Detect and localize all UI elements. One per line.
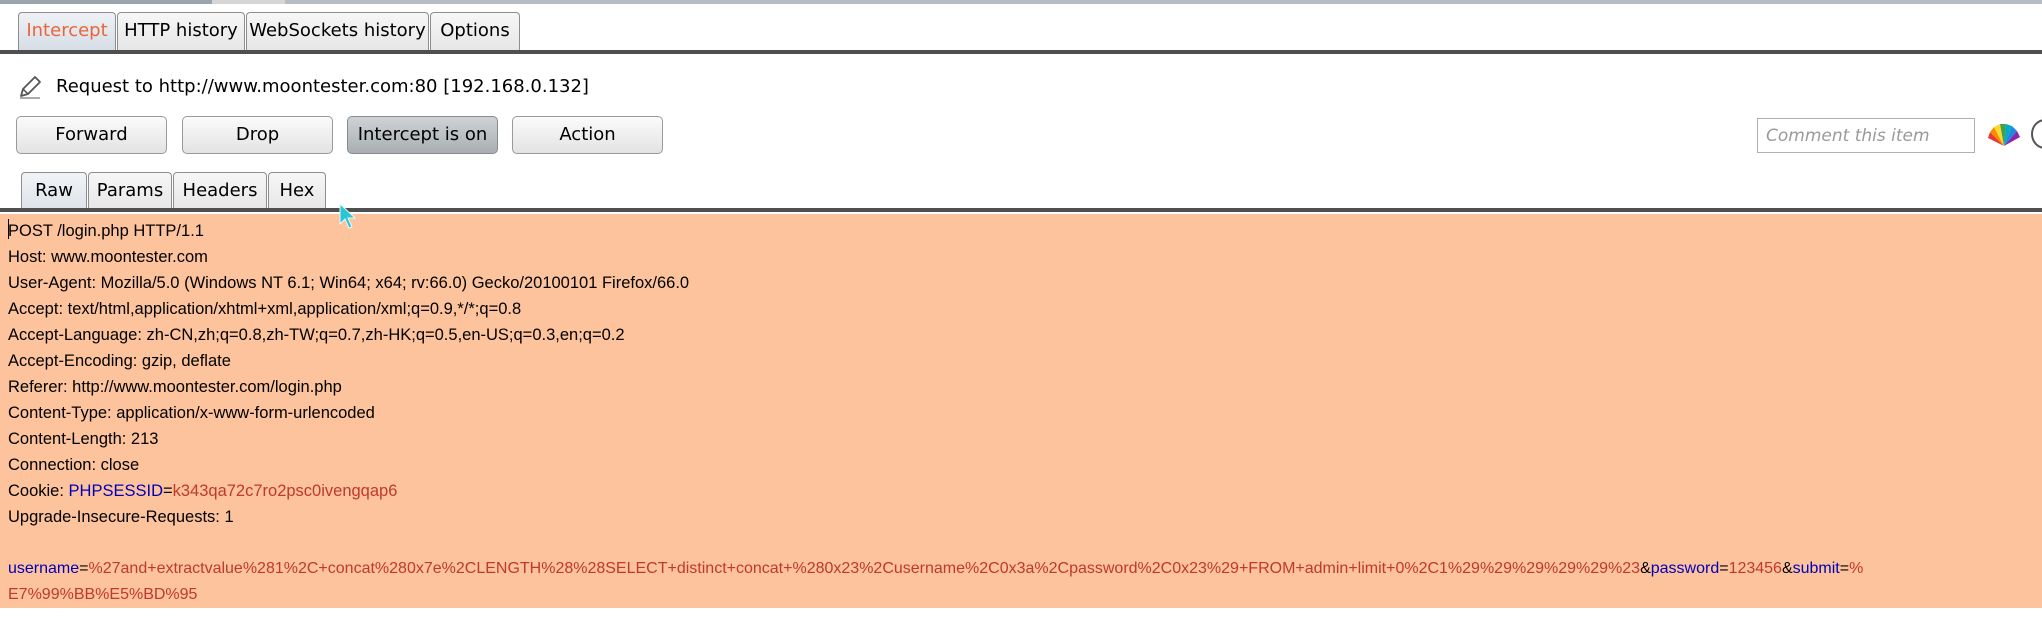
tab-divider [0, 50, 2042, 54]
param-equals: = [79, 560, 89, 577]
cookie-name: PHPSESSID [68, 482, 163, 500]
param-submit-value-end: E7%99%BB%E5%BD%95 [8, 586, 198, 603]
highlight-color-icon[interactable] [1986, 118, 2022, 150]
header-accept-language: Accept-Language: zh-CN,zh;q=0.8,zh-TW;q=… [8, 326, 625, 344]
request-line: POST /login.php HTTP/1.1 [8, 222, 204, 240]
param-ampersand: & [1781, 560, 1793, 577]
param-username-value: %27and+extractvalue%281%2C+concat%280x7e… [88, 560, 1641, 577]
param-password-name: password [1650, 560, 1720, 577]
drop-button[interactable]: Drop [182, 116, 333, 154]
comment-input[interactable] [1757, 118, 1975, 153]
action-button[interactable]: Action [512, 116, 663, 154]
tab-intercept[interactable]: Intercept [18, 12, 116, 50]
param-ampersand: & [1640, 560, 1651, 577]
tab-hex[interactable]: Hex [268, 172, 326, 210]
intercept-toggle-button[interactable]: Intercept is on [347, 116, 498, 154]
header-accept-encoding: Accept-Encoding: gzip, deflate [8, 352, 231, 370]
cookie-value: k343qa72c7ro2psc0ivengqap6 [172, 482, 398, 500]
header-cookie: Cookie: PHPSESSID=k343qa72c7ro2psc0iveng… [8, 478, 397, 504]
header-upgrade-insecure: Upgrade-Insecure-Requests: 1 [8, 508, 234, 526]
param-password-value: 123456 [1728, 560, 1782, 577]
tab-options[interactable]: Options [430, 12, 520, 50]
mouse-cursor-icon [339, 202, 357, 229]
window-top-strip [0, 0, 2042, 4]
header-host: Host: www.moontester.com [8, 248, 208, 266]
header-content-length: Content-Length: 213 [8, 430, 159, 448]
param-equals: = [1719, 560, 1729, 577]
tab-http-history[interactable]: HTTP history [117, 12, 245, 50]
raw-request-editor[interactable]: POST /login.php HTTP/1.1 Host: www.moont… [0, 214, 2042, 608]
header-connection: Connection: close [8, 456, 140, 474]
pencil-icon [20, 76, 41, 99]
param-submit-value-start: % [1849, 560, 1864, 577]
tab-raw[interactable]: Raw [21, 172, 87, 210]
param-equals: = [1839, 560, 1850, 577]
tab-websockets-history[interactable]: WebSockets history [246, 12, 429, 50]
request-body-line-2: E7%99%BB%E5%BD%95 [8, 582, 197, 608]
help-icon[interactable] [2031, 119, 2042, 149]
cookie-label: Cookie: [8, 482, 69, 500]
forward-button[interactable]: Forward [16, 116, 167, 154]
header-user-agent: User-Agent: Mozilla/5.0 (Windows NT 6.1;… [8, 274, 690, 292]
header-referer: Referer: http://www.moontester.com/login… [8, 378, 342, 396]
param-username-name: username [8, 560, 80, 577]
cookie-equals: = [162, 482, 173, 500]
request-target-label: Request to http://www.moontester.com:80 … [56, 76, 589, 97]
tab-params[interactable]: Params [88, 172, 172, 210]
subtab-divider [0, 208, 2042, 212]
request-body-line-1: username=%27and+extractvalue%281%2C+conc… [8, 556, 1863, 582]
tab-headers[interactable]: Headers [173, 172, 267, 210]
param-submit-name: submit [1792, 560, 1840, 577]
header-accept: Accept: text/html,application/xhtml+xml,… [8, 300, 522, 318]
header-content-type: Content-Type: application/x-www-form-url… [8, 404, 375, 422]
